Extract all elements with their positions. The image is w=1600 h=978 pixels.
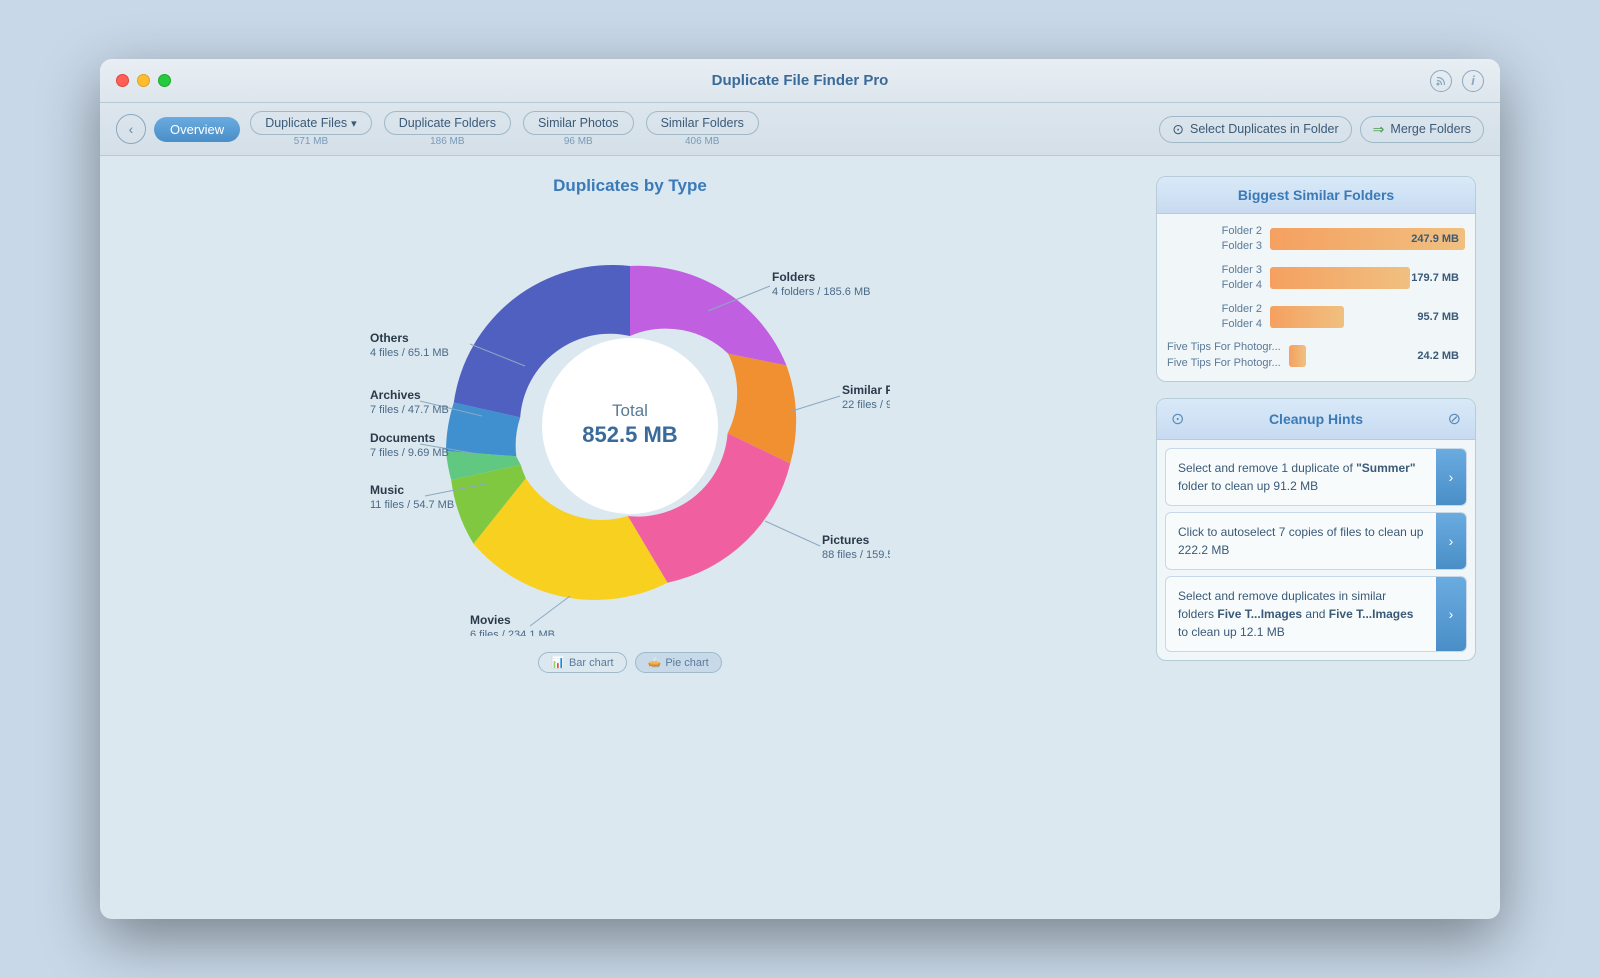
folder-bar-wrap: 179.7 MB [1270, 267, 1465, 289]
svg-text:4 folders / 185.6 MB: 4 folders / 185.6 MB [772, 286, 870, 298]
folder-names: Folder 2Folder 4 [1167, 302, 1262, 333]
select-duplicates-icon: ⊙ [1172, 121, 1184, 138]
svg-text:Folders: Folders [772, 270, 816, 284]
folder-bar-label: 179.7 MB [1411, 272, 1459, 284]
titlebar: Duplicate File Finder Pro i [100, 59, 1500, 103]
folder-item: Folder 3Folder 4 179.7 MB [1167, 263, 1465, 294]
folder-bar-label: 24.2 MB [1417, 350, 1459, 362]
main-window: Duplicate File Finder Pro i ‹ Overview D… [100, 59, 1500, 919]
hints-prev-button[interactable]: ⊙ [1171, 409, 1184, 429]
biggest-folders-title: Biggest Similar Folders [1157, 177, 1475, 214]
folder-item: Folder 2Folder 3 247.9 MB [1167, 224, 1465, 255]
folder-bar-wrap: 24.2 MB [1289, 345, 1465, 367]
svg-text:Movies: Movies [470, 613, 511, 627]
svg-text:Music: Music [370, 483, 404, 497]
folder-names: Five Tips For Photogr...Five Tips For Ph… [1167, 340, 1281, 371]
tab-duplicate-files[interactable]: Duplicate Files ▾ [250, 111, 372, 135]
hint-item: Click to autoselect 7 copies of files to… [1165, 512, 1467, 570]
tab-similar-folders-size: 406 MB [685, 136, 719, 147]
hint-arrow-button[interactable]: › [1436, 513, 1466, 569]
pie-chart-button[interactable]: 🥧 Pie chart [635, 652, 722, 673]
hint-text: Select and remove duplicates in similar … [1166, 577, 1436, 651]
tab-group-duplicate-files: Duplicate Files ▾ 571 MB [250, 111, 372, 147]
maximize-button[interactable] [158, 74, 171, 87]
folder-bar-label: 247.9 MB [1411, 233, 1459, 245]
merge-icon: ⇒ [1373, 121, 1385, 138]
hints-next-button[interactable]: ⊘ [1448, 409, 1461, 429]
folder-names: Folder 3Folder 4 [1167, 263, 1262, 294]
svg-text:11 files / 54.7 MB: 11 files / 54.7 MB [370, 499, 454, 511]
folder-bar [1270, 306, 1344, 328]
rss-icon[interactable] [1430, 70, 1452, 92]
folder-bar-wrap: 247.9 MB [1270, 228, 1465, 250]
svg-text:Others: Others [370, 331, 409, 345]
svg-text:88 files / 159.5 MB: 88 files / 159.5 MB [822, 549, 890, 561]
hint-item: Select and remove 1 duplicate of "Summer… [1165, 448, 1467, 506]
bar-chart-button[interactable]: 📊 Bar chart [538, 652, 626, 673]
pie-chart-icon: 🥧 [648, 656, 662, 669]
svg-text:Total: Total [612, 401, 648, 420]
tab-duplicate-files-size: 571 MB [294, 136, 328, 147]
merge-folders-button[interactable]: ⇒ Merge Folders [1360, 116, 1484, 143]
hints-title: Cleanup Hints [1269, 411, 1363, 427]
hint-arrow-button[interactable]: › [1436, 577, 1466, 651]
hint-text: Click to autoselect 7 copies of files to… [1166, 513, 1436, 569]
svg-text:852.5 MB: 852.5 MB [582, 422, 677, 447]
hint-text: Select and remove 1 duplicate of "Summer… [1166, 449, 1436, 505]
svg-text:Documents: Documents [370, 431, 436, 445]
hint-arrow-button[interactable]: › [1436, 449, 1466, 505]
biggest-folders-card: Biggest Similar Folders Folder 2Folder 3… [1156, 176, 1476, 382]
tab-similar-photos[interactable]: Similar Photos [523, 111, 634, 135]
main-content: Duplicates by Type [100, 156, 1500, 919]
svg-text:22 files / 96.2 MB: 22 files / 96.2 MB [842, 399, 890, 411]
chart-wrapper: Total 852.5 MB Folders 4 folders / 185.6… [370, 216, 890, 636]
titlebar-actions: i [1430, 70, 1484, 92]
svg-text:Archives: Archives [370, 388, 421, 402]
folder-list: Folder 2Folder 3 247.9 MB Folder 3Folder… [1157, 214, 1475, 381]
right-panel: Biggest Similar Folders Folder 2Folder 3… [1156, 176, 1476, 899]
window-title: Duplicate File Finder Pro [712, 72, 889, 89]
folder-bar-wrap: 95.7 MB [1270, 306, 1465, 328]
traffic-lights [116, 74, 171, 87]
svg-text:Similar Photos: Similar Photos [842, 383, 890, 397]
hint-items: Select and remove 1 duplicate of "Summer… [1157, 440, 1475, 660]
tab-group-similar-folders: Similar Folders 406 MB [646, 111, 759, 147]
tab-similar-photos-size: 96 MB [564, 136, 593, 147]
svg-text:7 files / 47.7 MB: 7 files / 47.7 MB [370, 404, 449, 416]
tab-duplicate-folders[interactable]: Duplicate Folders [384, 111, 511, 135]
chart-title: Duplicates by Type [553, 176, 707, 196]
tab-group-similar-photos: Similar Photos 96 MB [523, 111, 634, 147]
folder-bar [1270, 267, 1410, 289]
svg-text:7 files / 9.69 MB: 7 files / 9.69 MB [370, 447, 449, 459]
svg-text:4 files / 65.1 MB: 4 files / 65.1 MB [370, 347, 449, 359]
back-button[interactable]: ‹ [116, 114, 146, 144]
close-button[interactable] [116, 74, 129, 87]
hint-item: Select and remove duplicates in similar … [1165, 576, 1467, 652]
folder-names: Folder 2Folder 3 [1167, 224, 1262, 255]
overview-button[interactable]: Overview [154, 117, 240, 142]
donut-chart: Total 852.5 MB Folders 4 folders / 185.6… [370, 216, 890, 636]
chart-toggle: 📊 Bar chart 🥧 Pie chart [538, 652, 721, 673]
minimize-button[interactable] [137, 74, 150, 87]
chart-section: Duplicates by Type [124, 176, 1136, 899]
hints-header: ⊙ Cleanup Hints ⊘ [1157, 399, 1475, 440]
tab-group-duplicate-folders: Duplicate Folders 186 MB [384, 111, 511, 147]
tab-similar-folders[interactable]: Similar Folders [646, 111, 759, 135]
tab-duplicate-folders-size: 186 MB [430, 136, 464, 147]
bar-chart-icon: 📊 [551, 656, 565, 669]
folder-bar [1289, 345, 1307, 367]
folder-bar-label: 95.7 MB [1417, 311, 1459, 323]
folder-item: Five Tips For Photogr...Five Tips For Ph… [1167, 340, 1465, 371]
cleanup-hints-card: ⊙ Cleanup Hints ⊘ Select and remove 1 du… [1156, 398, 1476, 661]
toolbar: ‹ Overview Duplicate Files ▾ 571 MB Dupl… [100, 103, 1500, 156]
svg-text:Pictures: Pictures [822, 533, 870, 547]
folder-item: Folder 2Folder 4 95.7 MB [1167, 302, 1465, 333]
info-icon[interactable]: i [1462, 70, 1484, 92]
svg-text:6 files / 234.1 MB: 6 files / 234.1 MB [470, 629, 555, 636]
select-duplicates-button[interactable]: ⊙ Select Duplicates in Folder [1159, 116, 1351, 143]
